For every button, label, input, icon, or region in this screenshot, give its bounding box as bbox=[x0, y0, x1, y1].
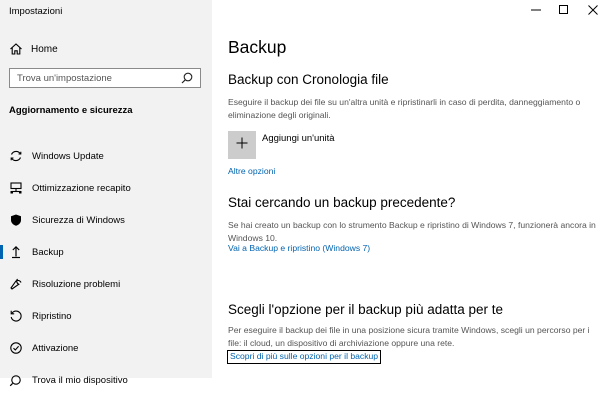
best-option-heading: Scegli l'opzione per il backup più adatt… bbox=[228, 302, 504, 317]
sidebar-item-label: Trova il mio dispositivo bbox=[32, 374, 128, 386]
sidebar: Impostazioni Home Aggiornamento e sicure… bbox=[0, 0, 212, 387]
find-device-icon bbox=[9, 373, 23, 387]
delivery-optimization-icon bbox=[9, 181, 23, 195]
sidebar-nav: Windows Update Ottimizzazione recapito S… bbox=[0, 140, 212, 396]
sidebar-item-label: Sicurezza di Windows bbox=[32, 214, 125, 226]
sidebar-item-windows-security[interactable]: Sicurezza di Windows bbox=[0, 204, 212, 236]
windows7-backup-link[interactable]: Vai a Backup e ripristino (Windows 7) bbox=[228, 243, 370, 253]
sidebar-item-troubleshoot[interactable]: Risoluzione problemi bbox=[0, 268, 212, 300]
sidebar-item-find-device[interactable]: Trova il mio dispositivo bbox=[0, 364, 212, 396]
sidebar-item-label: Risoluzione problemi bbox=[32, 278, 121, 290]
section-title: Aggiornamento e sicurezza bbox=[9, 105, 133, 116]
activation-check-icon bbox=[9, 341, 23, 355]
sidebar-item-label: Ottimizzazione recapito bbox=[32, 182, 131, 194]
recovery-icon bbox=[9, 309, 23, 323]
file-history-description: Eseguire il backup dei file su un'altra … bbox=[228, 97, 581, 120]
sidebar-item-recovery[interactable]: Ripristino bbox=[0, 300, 212, 332]
maximize-icon bbox=[559, 2, 569, 20]
best-option-description: Per eseguire il backup dei file in una p… bbox=[228, 325, 590, 348]
search-box[interactable] bbox=[9, 68, 201, 88]
home-label: Home bbox=[31, 43, 58, 55]
minimize-icon bbox=[531, 2, 541, 20]
window-title: Impostazioni bbox=[9, 6, 63, 17]
plus-icon bbox=[236, 136, 248, 154]
add-drive-label: Aggiungi un'unità bbox=[262, 133, 335, 144]
wrench-icon bbox=[9, 277, 23, 291]
file-history-heading: Backup con Cronologia file bbox=[228, 72, 389, 87]
sidebar-item-backup[interactable]: Backup bbox=[0, 236, 212, 268]
learn-backup-options-link[interactable]: Scopri di più sulle opzioni per il backu… bbox=[227, 350, 382, 364]
sidebar-item-delivery-optimization[interactable]: Ottimizzazione recapito bbox=[0, 172, 212, 204]
sidebar-item-label: Backup bbox=[32, 246, 64, 258]
sync-icon bbox=[9, 149, 23, 163]
sidebar-item-label: Ripristino bbox=[32, 310, 72, 322]
page-title: Backup bbox=[228, 37, 287, 57]
sidebar-item-label: Attivazione bbox=[32, 342, 79, 354]
sidebar-item-activation[interactable]: Attivazione bbox=[0, 332, 212, 364]
plus-tile bbox=[228, 131, 256, 159]
home-icon bbox=[9, 42, 23, 56]
sidebar-item-label: Windows Update bbox=[32, 150, 104, 162]
close-button[interactable] bbox=[576, 0, 610, 22]
backup-arrow-icon bbox=[9, 245, 23, 259]
more-options-link[interactable]: Altre opzioni bbox=[228, 166, 275, 176]
search-input[interactable] bbox=[10, 69, 180, 87]
older-backup-description: Se hai creato un backup con lo strumento… bbox=[228, 220, 596, 243]
search-icon[interactable] bbox=[180, 71, 194, 85]
home-link[interactable]: Home bbox=[9, 41, 58, 57]
sidebar-item-windows-update[interactable]: Windows Update bbox=[0, 140, 212, 172]
shield-icon bbox=[9, 213, 23, 227]
close-icon bbox=[588, 2, 598, 20]
older-backup-heading: Stai cercando un backup precedente? bbox=[228, 195, 456, 210]
add-drive-button[interactable]: Aggiungi un'unità bbox=[228, 131, 335, 159]
